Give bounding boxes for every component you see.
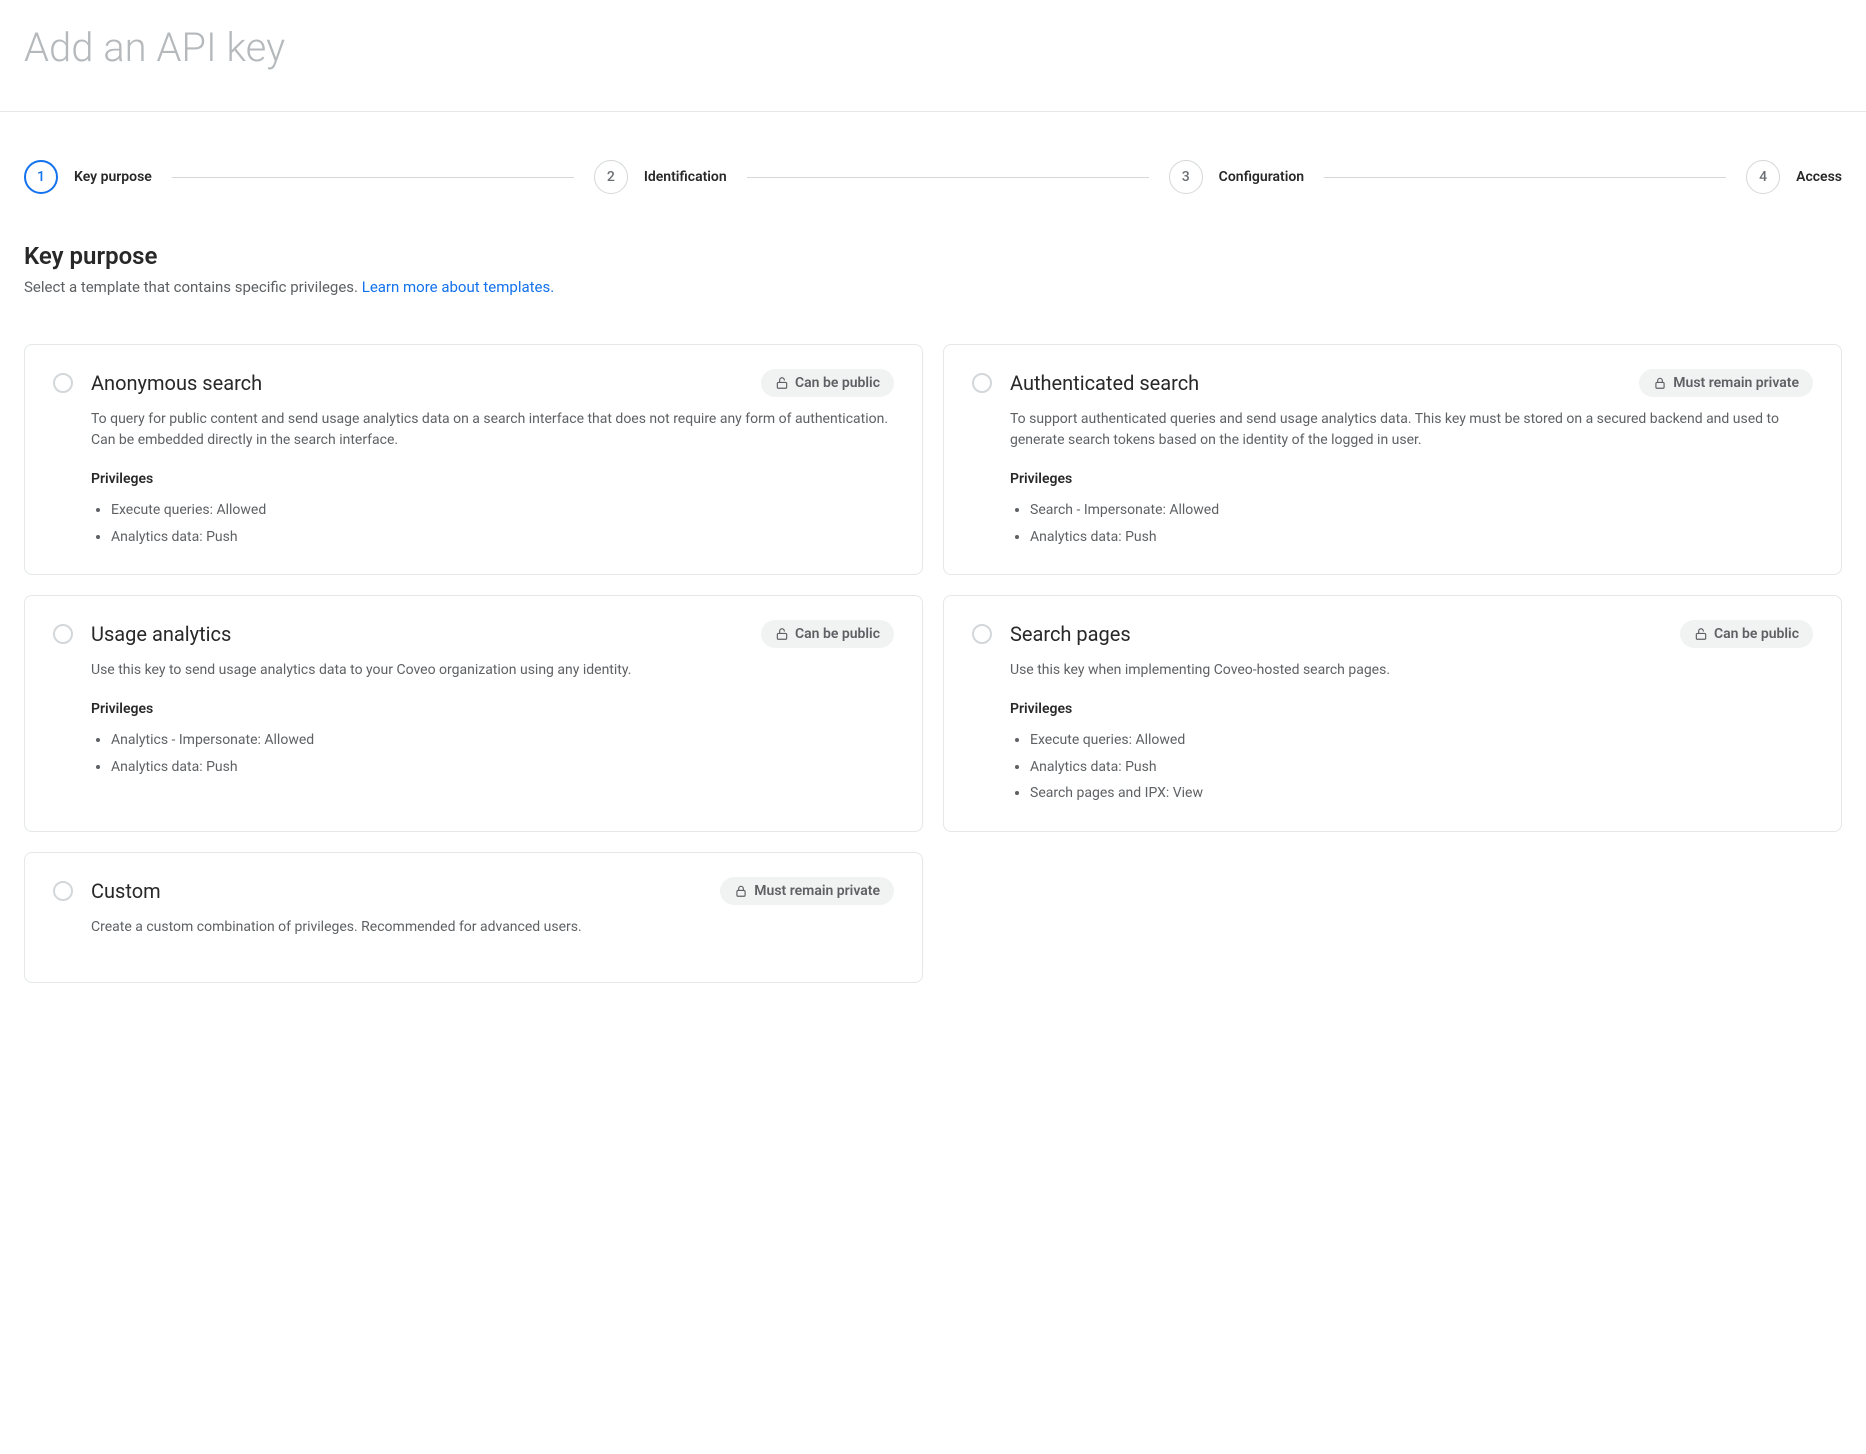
step-divider — [1324, 177, 1726, 178]
card-description: Create a custom combination of privilege… — [91, 917, 894, 938]
card-description: Use this key when implementing Coveo-hos… — [1010, 660, 1813, 681]
page-title: Add an API key — [24, 24, 1842, 71]
badge-public: Can be public — [761, 620, 894, 648]
privilege-item: Execute queries: Allowed — [111, 497, 894, 524]
card-description: Use this key to send usage analytics dat… — [91, 660, 894, 681]
step-number: 1 — [24, 160, 58, 194]
card-body: Usage analytics Can be public Use this key… — [91, 620, 894, 807]
card-description: To support authenticated queries and sen… — [1010, 409, 1813, 451]
badge-private: Must remain private — [1639, 369, 1813, 397]
section-title: Key purpose — [24, 242, 1842, 270]
privilege-item: Analytics data: Push — [1030, 754, 1813, 781]
card-header: Authenticated search Must remain private — [1010, 369, 1813, 397]
step-label: Key purpose — [74, 169, 152, 185]
privilege-item: Analytics data: Push — [111, 754, 894, 781]
step-label: Configuration — [1219, 169, 1304, 185]
page-header: Add an API key — [0, 0, 1866, 112]
lock-icon — [1653, 376, 1667, 390]
card-title: Usage analytics — [91, 622, 231, 646]
step-configuration[interactable]: 3 Configuration — [1169, 160, 1304, 194]
card-body: Anonymous search Can be public To query fo… — [91, 369, 894, 550]
template-card-custom[interactable]: Custom Must remain private Create a custom… — [24, 852, 923, 983]
card-body: Search pages Can be public Use this key wh… — [1010, 620, 1813, 807]
card-title: Search pages — [1010, 622, 1131, 646]
step-key-purpose[interactable]: 1 Key purpose — [24, 160, 152, 194]
learn-more-link[interactable]: Learn more about templates. — [362, 278, 554, 296]
badge-public: Can be public — [1680, 620, 1813, 648]
unlock-icon — [775, 376, 789, 390]
card-body: Custom Must remain private Create a custom… — [91, 877, 894, 958]
step-identification[interactable]: 2 Identification — [594, 160, 727, 194]
card-title: Anonymous search — [91, 371, 262, 395]
badge-label: Can be public — [795, 375, 880, 391]
privilege-item: Search pages and IPX: View — [1030, 780, 1813, 807]
privilege-item: Analytics - Impersonate: Allowed — [111, 727, 894, 754]
badge-label: Must remain private — [754, 883, 880, 899]
privileges-list: Execute queries: AllowedAnalytics data: … — [1010, 727, 1813, 807]
card-title: Custom — [91, 879, 161, 903]
step-number: 4 — [1746, 160, 1780, 194]
privileges-heading: Privileges — [91, 471, 894, 487]
privilege-item: Analytics data: Push — [111, 524, 894, 551]
card-description: To query for public content and send usa… — [91, 409, 894, 451]
card-body: Authenticated search Must remain private T… — [1010, 369, 1813, 550]
stepper: 1 Key purpose 2 Identification 3 Configuratio… — [24, 112, 1842, 242]
section-description: Select a template that contains specific… — [24, 278, 1842, 296]
step-label: Identification — [644, 169, 727, 185]
badge-label: Can be public — [1714, 626, 1799, 642]
badge-public: Can be public — [761, 369, 894, 397]
privilege-item: Search - Impersonate: Allowed — [1030, 497, 1813, 524]
template-card-anonymous-search[interactable]: Anonymous search Can be public To query fo… — [24, 344, 923, 575]
step-number: 3 — [1169, 160, 1203, 194]
privileges-list: Analytics - Impersonate: AllowedAnalytic… — [91, 727, 894, 780]
unlock-icon — [1694, 627, 1708, 641]
step-label: Access — [1796, 169, 1842, 185]
template-card-usage-analytics[interactable]: Usage analytics Can be public Use this key… — [24, 595, 923, 832]
lock-icon — [734, 884, 748, 898]
privilege-item: Execute queries: Allowed — [1030, 727, 1813, 754]
privileges-heading: Privileges — [1010, 701, 1813, 717]
radio-anonymous-search[interactable] — [53, 373, 73, 393]
step-divider — [172, 177, 574, 178]
content-area: 1 Key purpose 2 Identification 3 Configuratio… — [0, 112, 1866, 1023]
radio-authenticated-search[interactable] — [972, 373, 992, 393]
privileges-heading: Privileges — [1010, 471, 1813, 487]
template-card-search-pages[interactable]: Search pages Can be public Use this key wh… — [943, 595, 1842, 832]
badge-private: Must remain private — [720, 877, 894, 905]
radio-search-pages[interactable] — [972, 624, 992, 644]
card-header: Search pages Can be public — [1010, 620, 1813, 648]
radio-custom[interactable] — [53, 881, 73, 901]
radio-usage-analytics[interactable] — [53, 624, 73, 644]
privilege-item: Analytics data: Push — [1030, 524, 1813, 551]
card-header: Custom Must remain private — [91, 877, 894, 905]
privileges-heading: Privileges — [91, 701, 894, 717]
step-divider — [747, 177, 1149, 178]
step-access[interactable]: 4 Access — [1746, 160, 1842, 194]
template-card-authenticated-search[interactable]: Authenticated search Must remain private T… — [943, 344, 1842, 575]
card-header: Anonymous search Can be public — [91, 369, 894, 397]
section-desc-text: Select a template that contains specific… — [24, 278, 362, 296]
privileges-list: Search - Impersonate: AllowedAnalytics d… — [1010, 497, 1813, 550]
badge-label: Must remain private — [1673, 375, 1799, 391]
badge-label: Can be public — [795, 626, 880, 642]
unlock-icon — [775, 627, 789, 641]
card-header: Usage analytics Can be public — [91, 620, 894, 648]
template-cards-grid: Anonymous search Can be public To query fo… — [24, 344, 1842, 983]
card-title: Authenticated search — [1010, 371, 1199, 395]
step-number: 2 — [594, 160, 628, 194]
privileges-list: Execute queries: AllowedAnalytics data: … — [91, 497, 894, 550]
